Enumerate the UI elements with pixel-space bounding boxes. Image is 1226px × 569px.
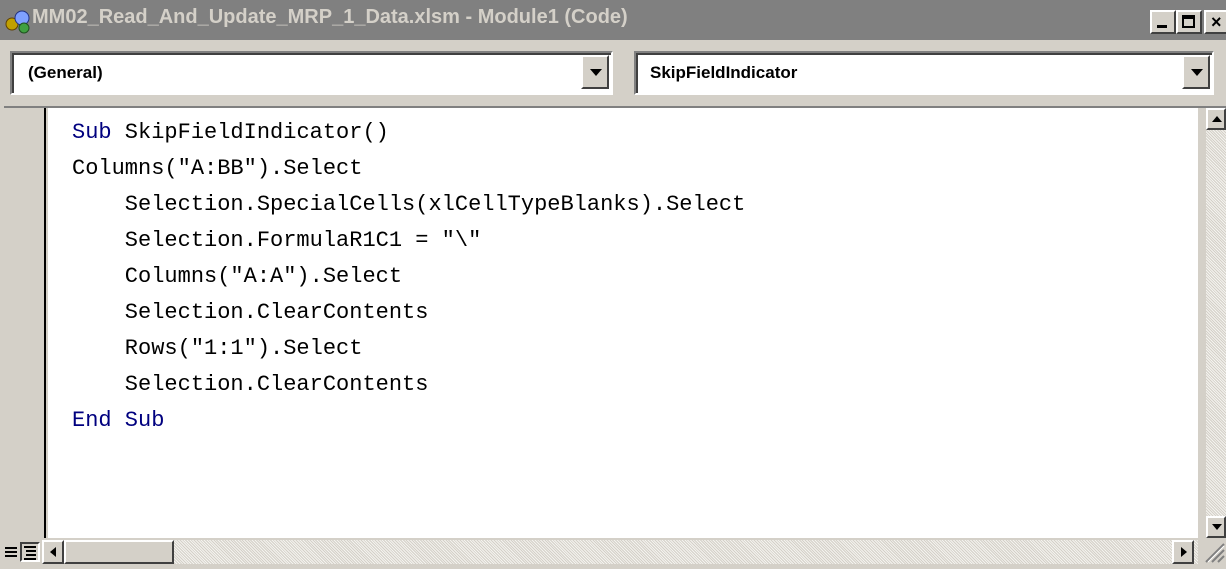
object-dropdown-value: (General) bbox=[28, 63, 103, 82]
horizontal-scroll-thumb[interactable] bbox=[64, 540, 174, 564]
code-text: Columns("A:A").Select bbox=[72, 264, 403, 289]
minimize-button[interactable] bbox=[1150, 10, 1176, 34]
horizontal-scrollbar[interactable] bbox=[42, 540, 1226, 564]
object-dropdown[interactable]: (General) bbox=[10, 51, 613, 95]
arrow-up-icon bbox=[1212, 116, 1222, 122]
code-line[interactable]: Selection.FormulaR1C1 = "\" bbox=[72, 228, 481, 254]
maximize-button[interactable] bbox=[1176, 10, 1202, 34]
procedure-view-icon bbox=[5, 547, 17, 549]
size-grip-icon[interactable] bbox=[1198, 540, 1226, 564]
vertical-scrollbar[interactable] bbox=[1206, 108, 1226, 538]
code-text: Selection.FormulaR1C1 = "\" bbox=[72, 228, 482, 253]
code-line[interactable]: End Sub bbox=[72, 408, 164, 434]
arrow-down-icon bbox=[1212, 524, 1222, 530]
code-editor[interactable]: Sub SkipFieldIndicator() Columns("A:BB")… bbox=[48, 108, 1198, 538]
margin-indicator-bar[interactable] bbox=[4, 108, 46, 538]
code-line[interactable]: Rows("1:1").Select bbox=[72, 336, 363, 362]
code-keyword: End Sub bbox=[72, 408, 165, 433]
code-text: Rows("1:1").Select bbox=[72, 336, 363, 361]
full-module-view-button[interactable] bbox=[20, 542, 40, 562]
code-text: Selection.SpecialCells(xlCellTypeBlanks)… bbox=[72, 192, 746, 217]
procedure-view-icon-line bbox=[5, 551, 17, 553]
code-keyword: Sub bbox=[72, 120, 112, 145]
procedure-dropdown-button[interactable] bbox=[1182, 55, 1210, 89]
full-module-view-icon-line bbox=[24, 558, 36, 560]
scroll-up-button[interactable] bbox=[1206, 108, 1226, 130]
full-module-view-icon-line bbox=[26, 550, 36, 552]
title-bar[interactable]: MM02_Read_And_Update_MRP_1_Data.xlsm - M… bbox=[0, 0, 1226, 40]
code-line[interactable]: Columns("A:A").Select bbox=[72, 264, 402, 290]
maximize-icon bbox=[1182, 15, 1195, 28]
procedure-dropdown-value: SkipFieldIndicator bbox=[650, 63, 798, 82]
arrow-left-icon bbox=[50, 547, 56, 557]
code-text: Selection.ClearContents bbox=[72, 300, 429, 325]
bottom-bar bbox=[0, 538, 1226, 566]
code-line[interactable]: Selection.SpecialCells(xlCellTypeBlanks)… bbox=[72, 192, 746, 218]
window-title: MM02_Read_And_Update_MRP_1_Data.xlsm - M… bbox=[32, 6, 628, 28]
scroll-down-button[interactable] bbox=[1206, 516, 1226, 538]
procedure-view-icon-line bbox=[5, 555, 17, 557]
procedure-view-button[interactable] bbox=[2, 542, 22, 562]
object-dropdown-button[interactable] bbox=[581, 55, 609, 89]
code-text: Columns("A:BB").Select bbox=[72, 156, 363, 181]
full-module-view-icon-line bbox=[26, 554, 36, 556]
code-line[interactable]: Selection.ClearContents bbox=[72, 300, 429, 326]
code-line[interactable]: Selection.ClearContents bbox=[72, 372, 429, 398]
scroll-right-button[interactable] bbox=[1172, 540, 1194, 564]
chevron-down-icon bbox=[590, 69, 602, 76]
code-text: Selection.ClearContents bbox=[72, 372, 429, 397]
vba-project-icon bbox=[5, 10, 30, 34]
close-button[interactable]: × bbox=[1204, 10, 1226, 34]
minimize-icon bbox=[1157, 25, 1167, 28]
scroll-left-button[interactable] bbox=[42, 540, 64, 564]
chevron-down-icon bbox=[1191, 69, 1203, 76]
arrow-right-icon bbox=[1181, 547, 1187, 557]
resize-grip-lines bbox=[1205, 543, 1225, 563]
full-module-view-icon bbox=[24, 546, 36, 548]
code-text: SkipFieldIndicator() bbox=[111, 120, 389, 145]
code-line[interactable]: Columns("A:BB").Select bbox=[72, 156, 362, 182]
close-icon: × bbox=[1211, 12, 1222, 32]
procedure-dropdown[interactable]: SkipFieldIndicator bbox=[634, 51, 1214, 95]
code-line[interactable]: Sub SkipFieldIndicator() bbox=[72, 120, 389, 146]
